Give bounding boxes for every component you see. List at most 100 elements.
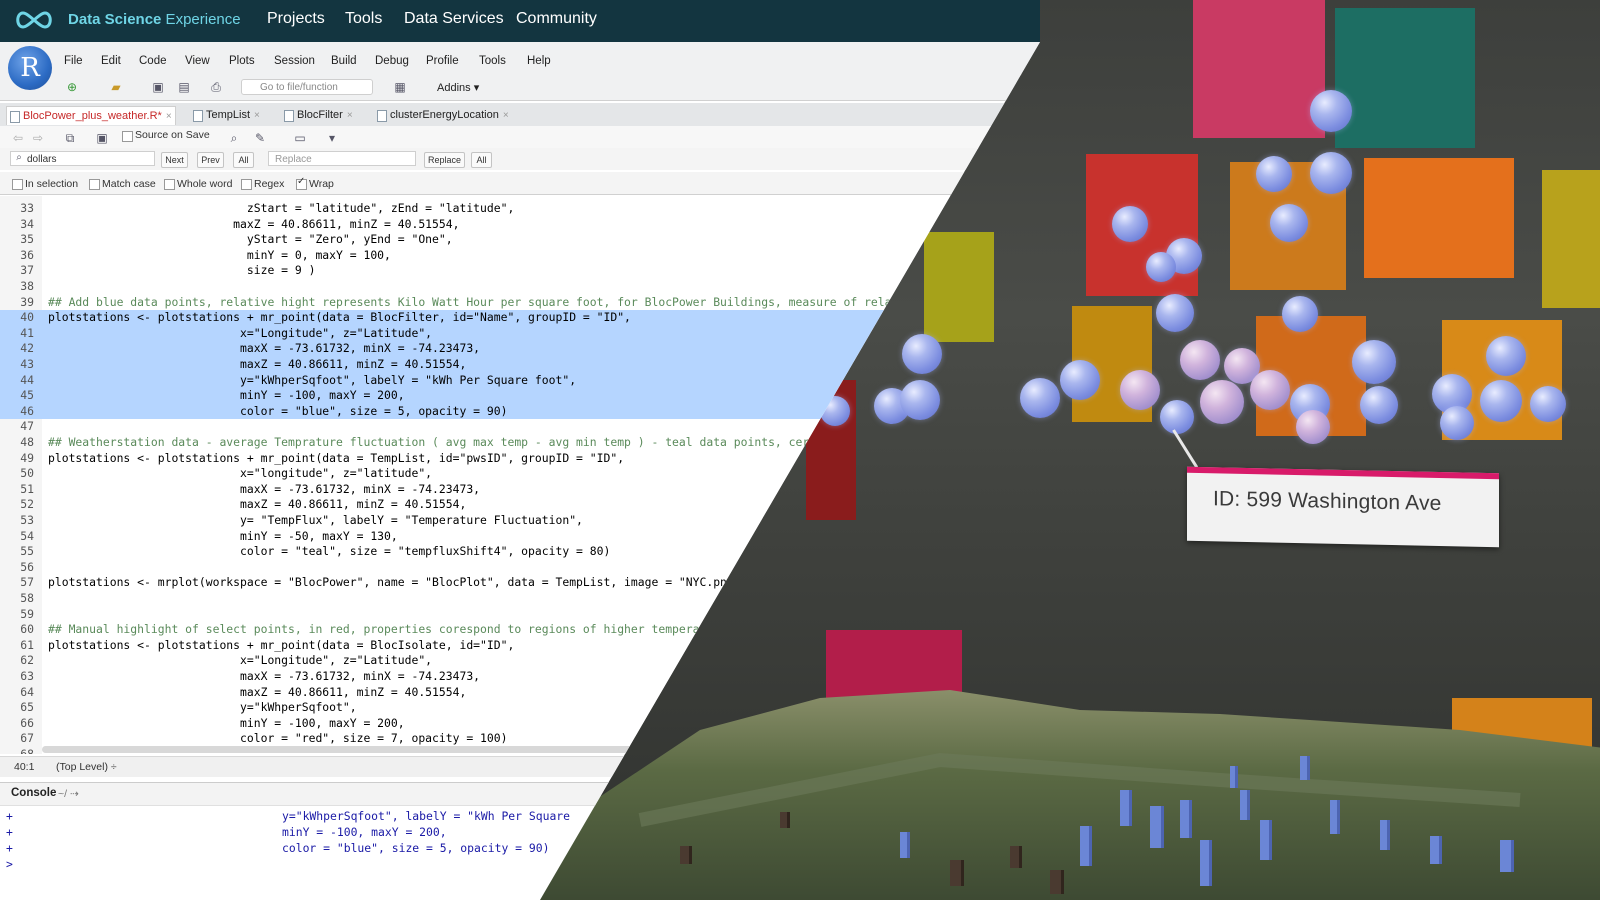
- replace-all-button[interactable]: All: [471, 152, 492, 168]
- source-on-save-checkbox[interactable]: [122, 131, 133, 142]
- close-icon[interactable]: ×: [347, 110, 353, 121]
- data-point[interactable]: [1296, 410, 1330, 444]
- line-number: 50: [20, 466, 34, 481]
- table-file-icon: [377, 110, 387, 122]
- data-point[interactable]: [1440, 406, 1474, 440]
- tab-label: clusterEnergyLocation: [390, 109, 499, 121]
- new-file-icon[interactable]: ⊕: [64, 80, 80, 94]
- tab-clusterenergylocation[interactable]: clusterEnergyLocation ×: [374, 106, 522, 125]
- line-number: 51: [20, 481, 34, 496]
- data-point[interactable]: [1200, 380, 1244, 424]
- data-point[interactable]: [1352, 340, 1396, 384]
- compile-report-icon[interactable]: ▭: [292, 131, 308, 145]
- save-icon[interactable]: ▣: [94, 131, 110, 145]
- code-text: yStart = "Zero", yEnd = "One",: [48, 232, 453, 247]
- menu-profile[interactable]: Profile: [426, 55, 459, 67]
- regex-checkbox[interactable]: Regex: [241, 178, 284, 190]
- data-point[interactable]: [1360, 386, 1398, 424]
- find-next-button[interactable]: Next: [161, 152, 188, 168]
- replace-input[interactable]: Replace: [268, 151, 416, 166]
- whole-word-checkbox[interactable]: Whole word: [164, 178, 232, 190]
- open-folder-icon[interactable]: ▰: [108, 80, 124, 94]
- data-point[interactable]: [1282, 296, 1318, 332]
- table-file-icon: [193, 110, 203, 122]
- data-point[interactable]: [1060, 360, 1100, 400]
- show-in-window-icon[interactable]: ⧉: [62, 131, 78, 145]
- console-prompt: +: [6, 825, 13, 839]
- nav-projects[interactable]: Projects: [267, 10, 325, 28]
- data-point[interactable]: [1160, 400, 1194, 434]
- data-bar: [1430, 836, 1442, 864]
- code-text: minY = -50, maxY = 130,: [48, 528, 398, 543]
- data-point[interactable]: [1020, 378, 1060, 418]
- data-point[interactable]: [1180, 340, 1220, 380]
- line-number: 33: [20, 201, 34, 215]
- save-icon[interactable]: ▣: [150, 80, 166, 94]
- data-point[interactable]: [1530, 386, 1566, 422]
- nav-data-services[interactable]: Data Services: [404, 10, 504, 28]
- tab-templist[interactable]: TempList ×: [190, 106, 272, 125]
- menu-session[interactable]: Session: [274, 55, 315, 67]
- data-point[interactable]: [1120, 370, 1160, 410]
- menu-build[interactable]: Build: [331, 55, 357, 67]
- line-number: 36: [20, 247, 34, 262]
- data-point[interactable]: [1256, 156, 1292, 192]
- menu-tools[interactable]: Tools: [479, 55, 506, 67]
- close-icon[interactable]: ×: [503, 110, 509, 121]
- data-point[interactable]: [1112, 206, 1148, 242]
- code-text: y="kWhperSqfoot", labelY = "kWh Per Squa…: [48, 372, 577, 387]
- code-text: color = "red", size = 7, opacity = 100): [48, 731, 508, 746]
- search-icon[interactable]: ⌕: [226, 131, 242, 145]
- data-point[interactable]: [1310, 90, 1352, 132]
- magic-wand-icon[interactable]: ✎: [252, 131, 268, 145]
- code-text: x="Longitude", z="Latitude",: [48, 653, 433, 668]
- code-text: zStart = "latitude", zEnd = "latitude",: [48, 201, 515, 215]
- nav-community[interactable]: Community: [516, 10, 597, 28]
- data-point[interactable]: [1250, 370, 1290, 410]
- menu-debug[interactable]: Debug: [375, 55, 409, 67]
- chevron-down-icon[interactable]: ▾: [324, 131, 340, 145]
- close-icon[interactable]: ×: [254, 110, 260, 121]
- data-point[interactable]: [902, 334, 942, 374]
- code-text: ## Weatherstation data - average Temprat…: [48, 435, 817, 449]
- data-point[interactable]: [1310, 152, 1352, 194]
- replace-button[interactable]: Replace: [424, 152, 465, 168]
- addins-dropdown[interactable]: Addins ▾: [437, 81, 479, 94]
- nav-tools[interactable]: Tools: [345, 10, 382, 28]
- data-point[interactable]: [1486, 336, 1526, 376]
- save-all-icon[interactable]: ▤: [176, 80, 192, 94]
- line-number: 54: [20, 528, 34, 543]
- data-point[interactable]: [1270, 204, 1308, 242]
- goto-file-input[interactable]: Go to file/function: [241, 79, 373, 95]
- go-to-directory-icon[interactable]: ⇢: [70, 788, 79, 800]
- scope-selector[interactable]: (Top Level) ÷: [56, 761, 117, 773]
- data-point[interactable]: [1480, 380, 1522, 422]
- tab-blocpower-plus-weather[interactable]: BlocPower_plus_weather.R* ×: [6, 106, 176, 125]
- find-all-button[interactable]: All: [233, 152, 254, 168]
- code-line: 35 yStart = "Zero", yEnd = "One",: [0, 232, 1040, 248]
- grid-layout-icon[interactable]: ▦: [392, 80, 408, 94]
- menu-edit[interactable]: Edit: [101, 55, 121, 67]
- in-selection-checkbox[interactable]: In selection: [12, 178, 78, 190]
- menu-file[interactable]: File: [64, 55, 83, 67]
- match-case-checkbox[interactable]: Match case: [89, 178, 156, 190]
- print-icon[interactable]: ⎙: [208, 80, 224, 94]
- menu-code[interactable]: Code: [139, 55, 167, 67]
- code-text: plotstations <- plotstations + mr_point(…: [48, 637, 515, 652]
- menu-help[interactable]: Help: [527, 55, 551, 67]
- horizontal-scrollbar[interactable]: [42, 746, 642, 753]
- data-point[interactable]: [900, 380, 940, 420]
- menu-view[interactable]: View: [185, 55, 210, 67]
- tab-blocfilter[interactable]: BlocFilter ×: [281, 106, 365, 125]
- close-icon[interactable]: ×: [166, 111, 172, 122]
- find-prev-button[interactable]: Prev: [197, 152, 224, 168]
- code-text: maxX = -73.61732, minX = -74.23473,: [48, 481, 481, 496]
- forward-arrow-icon[interactable]: ⇨: [30, 131, 46, 145]
- find-input[interactable]: dollars: [10, 151, 155, 166]
- back-arrow-icon[interactable]: ⇦: [10, 131, 26, 145]
- data-point[interactable]: [1146, 252, 1176, 282]
- wrap-checkbox[interactable]: Wrap: [296, 176, 334, 190]
- data-bar: [1230, 766, 1238, 788]
- menu-plots[interactable]: Plots: [229, 55, 255, 67]
- data-point[interactable]: [1156, 294, 1194, 332]
